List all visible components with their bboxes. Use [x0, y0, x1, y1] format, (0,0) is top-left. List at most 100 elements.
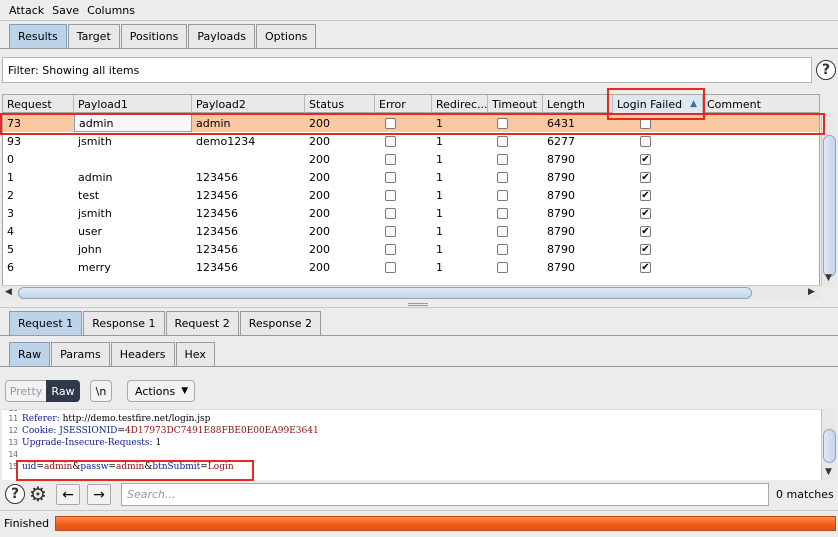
table-row[interactable]: 1 admin 123456 200 1 8790 ✔	[3, 168, 819, 186]
tab-response-1[interactable]: Response 1	[83, 311, 165, 335]
cell-status: 200	[309, 170, 330, 184]
help-icon[interactable]: ?	[5, 484, 25, 504]
timeout-checkbox	[497, 262, 508, 273]
cell-status: 200	[309, 188, 330, 202]
cell-request: 3	[7, 206, 14, 220]
table-row[interactable]: 2 test 123456 200 1 8790 ✔	[3, 186, 819, 204]
scroll-down-icon[interactable]: ▼	[825, 273, 832, 283]
code-token: JSESSIONID	[59, 426, 118, 436]
scroll-left-icon[interactable]: ◀	[5, 287, 12, 297]
tab-params[interactable]: Params	[51, 342, 110, 366]
divider	[0, 335, 838, 336]
actions-label: Actions	[135, 384, 176, 398]
search-placeholder: Search...	[127, 488, 176, 501]
cell-length: 8790	[547, 260, 575, 274]
next-match-button[interactable]: →	[87, 484, 111, 505]
cell-payload2: 123456	[196, 188, 238, 202]
raw-button[interactable]: Raw	[46, 380, 80, 402]
pretty-button[interactable]: Pretty	[5, 380, 47, 402]
filter-bar[interactable]: Filter: Showing all items	[2, 57, 812, 83]
tab-request-2[interactable]: Request 2	[165, 311, 239, 335]
line-number: 12	[8, 426, 18, 435]
filter-text: Filter: Showing all items	[8, 63, 140, 77]
error-checkbox	[385, 190, 396, 201]
col-comment[interactable]: Comment	[703, 95, 819, 113]
cell-payload1	[74, 150, 192, 168]
timeout-checkbox	[497, 172, 508, 183]
error-checkbox	[385, 136, 396, 147]
login-failed-checkbox: ✔	[640, 154, 651, 165]
timeout-checkbox	[497, 154, 508, 165]
settings-gear-icon[interactable]: ⚙	[27, 483, 49, 505]
timeout-checkbox	[497, 226, 508, 237]
table-row[interactable]: 3 jsmith 123456 200 1 8790 ✔	[3, 204, 819, 222]
search-input[interactable]: Search...	[121, 483, 769, 506]
tab-options[interactable]: Options	[255, 24, 317, 48]
cell-length: 8790	[547, 242, 575, 256]
code-token: Upgrade-Insecure-Requests:	[22, 438, 156, 448]
cell-redirects: 1	[436, 188, 443, 202]
error-checkbox	[385, 154, 396, 165]
editor-vertical-scrollbar[interactable]: ▼	[821, 409, 836, 480]
table-row[interactable]: 4 user 123456 200 1 8790 ✔	[3, 222, 819, 240]
col-timeout[interactable]: Timeout	[488, 95, 543, 113]
cell-payload1: admin	[78, 170, 113, 184]
menu-attack[interactable]: Attack	[9, 4, 44, 17]
table-horizontal-scrollbar[interactable]: ◀ ▶	[2, 285, 820, 299]
col-status[interactable]: Status	[305, 95, 375, 113]
col-request[interactable]: Request	[3, 95, 74, 113]
divider	[0, 20, 838, 21]
cell-length: 8790	[547, 224, 575, 238]
splitter-handle[interactable]	[408, 303, 428, 306]
scroll-down-icon[interactable]: ▼	[825, 467, 832, 477]
code-token: http://demo.testfire.net/login.jsp	[62, 414, 211, 424]
login-failed-checkbox	[640, 136, 651, 147]
tab-headers[interactable]: Headers	[110, 342, 175, 366]
table-vertical-scrollbar[interactable]: ▼	[821, 113, 836, 287]
error-checkbox	[385, 262, 396, 273]
cell-request: 6	[7, 260, 14, 274]
divider	[0, 510, 838, 511]
table-row[interactable]: 6 merry 123456 200 1 8790 ✔	[3, 258, 819, 276]
scrollbar-thumb[interactable]	[18, 287, 752, 299]
help-icon[interactable]: ?	[816, 60, 836, 80]
line-number: 13	[8, 438, 18, 447]
cell-redirects: 1	[436, 170, 443, 184]
login-failed-checkbox: ✔	[640, 244, 651, 255]
scrollbar-thumb[interactable]	[823, 135, 836, 277]
table-row[interactable]: 5 john 123456 200 1 8790 ✔	[3, 240, 819, 258]
code-token: =	[117, 426, 125, 436]
col-error[interactable]: Error	[375, 95, 432, 113]
actions-dropdown[interactable]: Actions ▼	[127, 380, 195, 402]
col-payload2[interactable]: Payload2	[192, 95, 305, 113]
tab-hex[interactable]: Hex	[175, 342, 215, 366]
tab-target[interactable]: Target	[67, 24, 120, 48]
cell-request: 4	[7, 224, 14, 238]
top-tabs: Results Target Positions Payloads Option…	[9, 24, 317, 48]
line-number: 14	[8, 450, 18, 459]
login-failed-checkbox: ✔	[640, 262, 651, 273]
scroll-right-icon[interactable]: ▶	[808, 287, 815, 297]
error-checkbox	[385, 172, 396, 183]
tab-positions[interactable]: Positions	[120, 24, 188, 48]
tab-payloads[interactable]: Payloads	[188, 24, 255, 48]
menu-columns[interactable]: Columns	[87, 4, 135, 17]
arrow-left-icon: ←	[62, 486, 74, 503]
login-failed-checkbox: ✔	[640, 190, 651, 201]
error-checkbox	[385, 244, 396, 255]
menu-save[interactable]: Save	[52, 4, 79, 17]
scrollbar-thumb[interactable]	[823, 429, 836, 463]
tab-results[interactable]: Results	[9, 24, 67, 48]
newline-toggle-button[interactable]: \n	[90, 380, 112, 402]
col-redirects[interactable]: Redirec...	[432, 95, 488, 113]
tab-raw[interactable]: Raw	[9, 342, 51, 366]
tab-response-2[interactable]: Response 2	[239, 311, 322, 335]
previous-match-button[interactable]: ←	[56, 484, 80, 505]
col-length[interactable]: Length	[543, 95, 613, 113]
col-payload1[interactable]: Payload1	[74, 95, 192, 113]
code-token: Cookie:	[22, 426, 60, 436]
tab-request-1[interactable]: Request 1	[9, 311, 83, 335]
cell-payload2: 123456	[196, 242, 238, 256]
table-row[interactable]: 0 200 1 8790 ✔	[3, 150, 819, 168]
cell-request: 2	[7, 188, 14, 202]
